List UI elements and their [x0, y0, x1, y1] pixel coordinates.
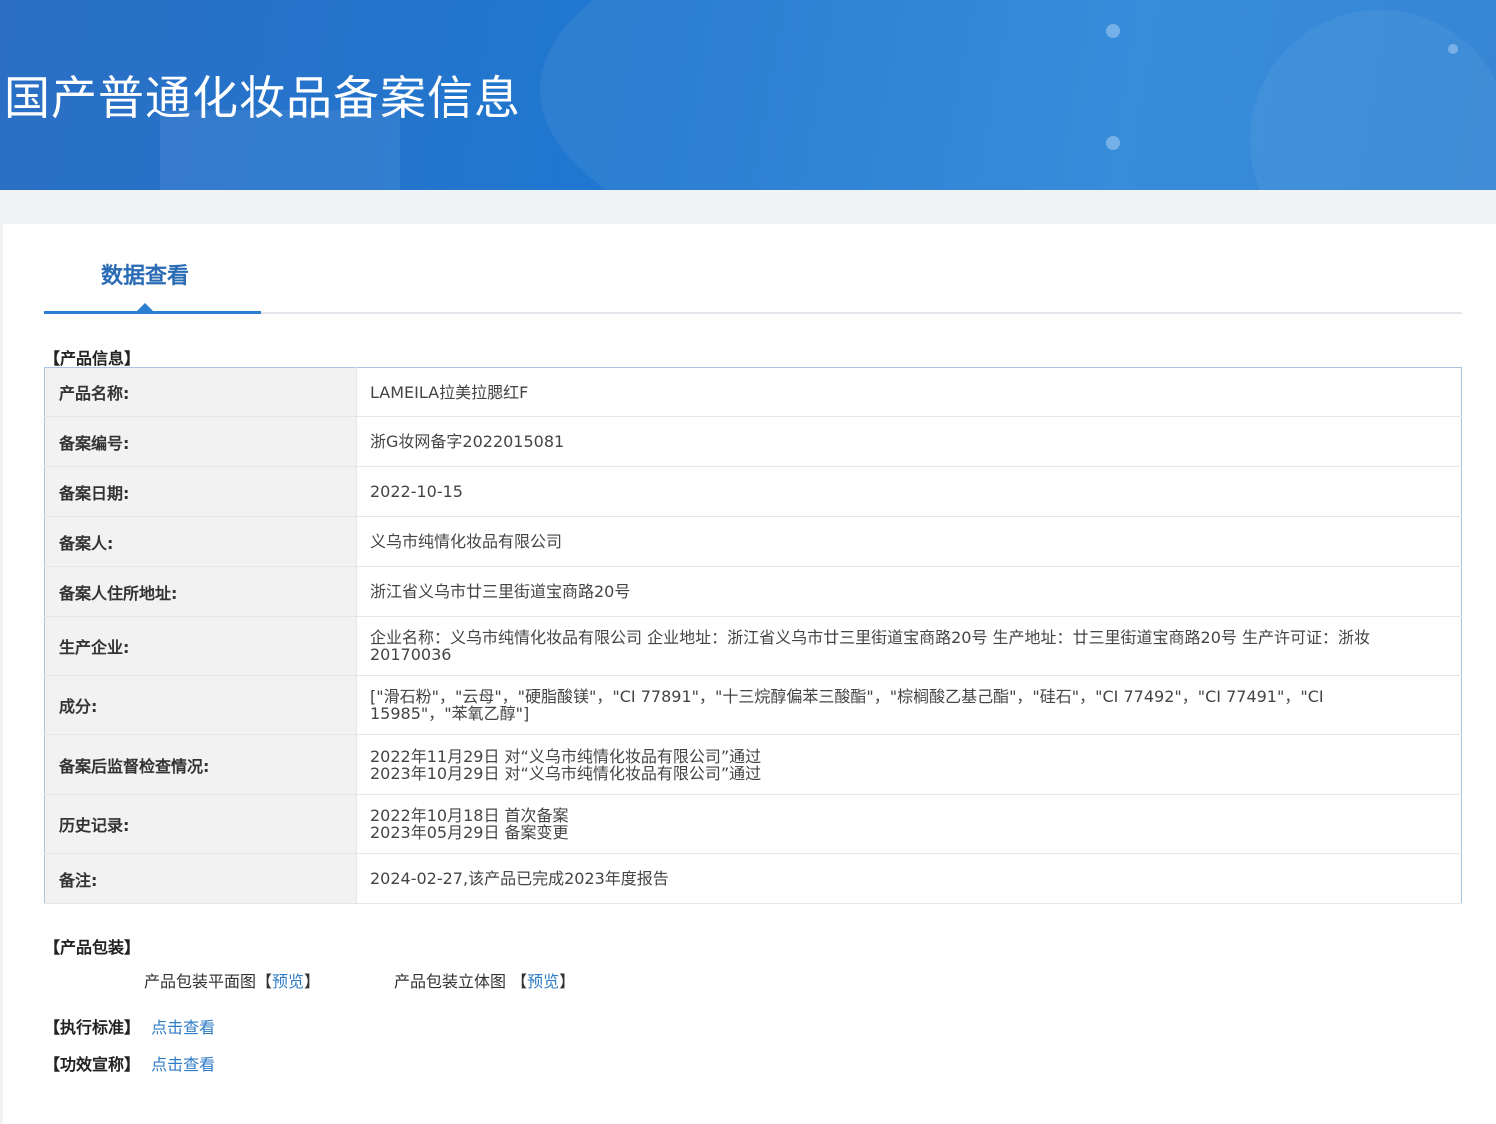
tab-active-indicator [44, 311, 261, 314]
tab-bar: 数据查看 [44, 224, 1462, 314]
history-line: 2022年10月18日 首次备案 [370, 806, 569, 825]
standard-row: 【执行标准】 点击查看 [44, 1014, 215, 1038]
banner-dot [1106, 136, 1120, 150]
standard-label: 【执行标准】 [44, 1018, 141, 1037]
preview-stereo-link[interactable]: 预览 [527, 972, 559, 991]
history-line: 2023年05月29日 备案变更 [370, 823, 569, 842]
table-row: 产品名称: LAMEILA拉美拉腮红F [44, 367, 1462, 417]
row-value: 2022-10-15 [356, 466, 1462, 517]
tab-label: 数据查看 [101, 264, 190, 289]
row-value: ["滑石粉"，"云母"，"硬脂酸镁"，"CI 77891"，"十三烷醇偏苯三酸酯… [356, 675, 1462, 735]
inspection-line: 2022年11月29日 对“义乌市纯情化妆品有限公司”通过 [370, 746, 762, 766]
bracket: 【 [256, 972, 273, 991]
preview-flat-link[interactable]: 预览 [272, 972, 304, 991]
product-info-table: 产品名称: LAMEILA拉美拉腮红F 备案编号: 浙G妆网备字20220150… [44, 367, 1462, 904]
row-key: 备案人: [44, 516, 357, 567]
table-row: 备案编号: 浙G妆网备字2022015081 [44, 416, 1462, 467]
bracket: 】 [559, 972, 576, 991]
row-key: 备案人住所地址: [44, 566, 357, 617]
packaging-flat-item: 产品包装平面图【预览】 [144, 968, 320, 992]
packaging-flat-label: 产品包装平面图 [144, 972, 257, 991]
row-value: 企业名称：义乌市纯情化妆品有限公司 企业地址：浙江省义乌市廿三里街道宝商路20号… [356, 616, 1462, 676]
header-banner: 国产普通化妆品备案信息 [0, 0, 1496, 190]
efficacy-label: 【功效宣称】 [44, 1055, 141, 1074]
row-value: 义乌市纯情化妆品有限公司 [356, 516, 1462, 567]
row-key: 产品名称: [44, 367, 357, 417]
table-row: 历史记录: 2022年10月18日 首次备案 2023年05月29日 备案变更 [44, 794, 1462, 854]
row-key: 备案日期: [44, 466, 357, 517]
efficacy-row: 【功效宣称】 点击查看 [44, 1051, 215, 1075]
row-value: LAMEILA拉美拉腮红F [356, 367, 1462, 417]
table-row: 成分: ["滑石粉"，"云母"，"硬脂酸镁"，"CI 77891"，"十三烷醇偏… [44, 675, 1462, 735]
tab-arrow-icon [137, 303, 153, 311]
row-value: 浙江省义乌市廿三里街道宝商路20号 [356, 566, 1462, 617]
standard-view-link[interactable]: 点击查看 [151, 1018, 215, 1037]
page-title: 国产普通化妆品备案信息 [4, 71, 521, 125]
row-key: 历史记录: [44, 794, 357, 854]
inspection-line: 2023年10月29日 对“义乌市纯情化妆品有限公司”通过 [370, 763, 762, 783]
banner-dot [1448, 44, 1458, 54]
table-row: 备注: 2024-02-27,该产品已完成2023年度报告 [44, 853, 1462, 904]
row-value: 2022年11月29日 对“义乌市纯情化妆品有限公司”通过 2023年10月29… [356, 734, 1462, 795]
tab-data-view[interactable]: 数据查看 [44, 224, 261, 314]
packaging-stereo-item: 产品包装立体图 【预览】 [394, 968, 575, 992]
row-key: 备案后监督检查情况: [44, 734, 357, 795]
table-row: 备案后监督检查情况: 2022年11月29日 对“义乌市纯情化妆品有限公司”通过… [44, 734, 1462, 795]
packaging-stereo-label: 产品包装立体图 [394, 972, 507, 991]
row-value: 浙G妆网备字2022015081 [356, 416, 1462, 467]
row-value: 2024-02-27,该产品已完成2023年度报告 [356, 853, 1462, 904]
row-key: 备注: [44, 853, 357, 904]
table-row: 生产企业: 企业名称：义乌市纯情化妆品有限公司 企业地址：浙江省义乌市廿三里街道… [44, 616, 1462, 676]
section-title-product-info: 【产品信息】 [44, 349, 141, 368]
row-key: 备案编号: [44, 416, 357, 467]
row-key: 生产企业: [44, 616, 357, 676]
banner-dot [1106, 24, 1120, 38]
bracket: 【 [511, 972, 528, 991]
bracket: 】 [304, 972, 321, 991]
table-row: 备案人: 义乌市纯情化妆品有限公司 [44, 516, 1462, 567]
table-row: 备案日期: 2022-10-15 [44, 466, 1462, 517]
efficacy-view-link[interactable]: 点击查看 [151, 1055, 215, 1074]
content-panel: 数据查看 【产品信息】 产品名称: LAMEILA拉美拉腮红F 备案编号: 浙G… [3, 224, 1496, 1124]
row-key: 成分: [44, 675, 357, 735]
row-value: 2022年10月18日 首次备案 2023年05月29日 备案变更 [356, 794, 1462, 854]
table-row: 备案人住所地址: 浙江省义乌市廿三里街道宝商路20号 [44, 566, 1462, 617]
section-title-packaging: 【产品包装】 [44, 938, 141, 957]
